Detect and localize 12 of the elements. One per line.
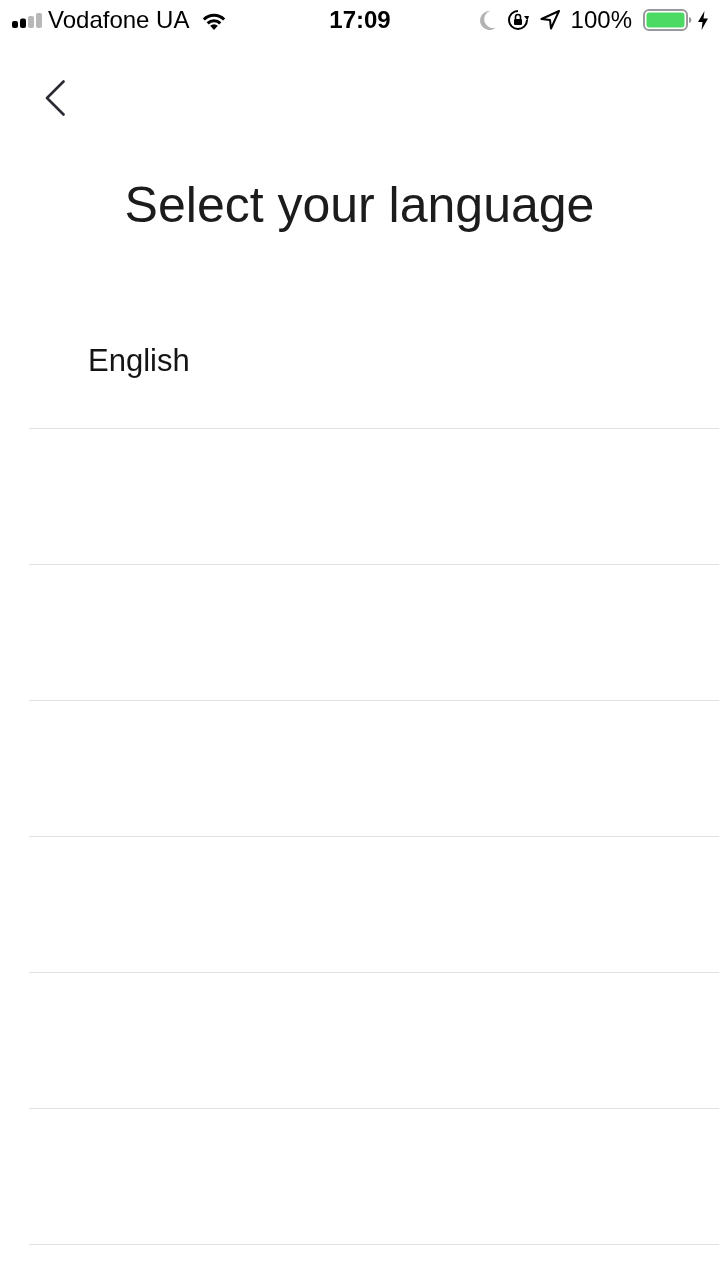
signal-strength-icon	[12, 12, 42, 28]
moon-icon	[479, 10, 496, 30]
page-title: Select your language	[123, 176, 596, 235]
battery-icon	[643, 9, 692, 31]
location-arrow-icon	[539, 10, 560, 30]
carrier-name: Vodafone UA	[48, 6, 190, 34]
status-time: 17:09	[329, 6, 391, 34]
battery-percentage: 100%	[570, 6, 632, 34]
language-option[interactable]: English	[29, 293, 719, 429]
chevron-left-icon	[45, 80, 65, 116]
rotation-lock-icon	[506, 9, 529, 31]
charging-bolt-icon	[698, 10, 708, 30]
